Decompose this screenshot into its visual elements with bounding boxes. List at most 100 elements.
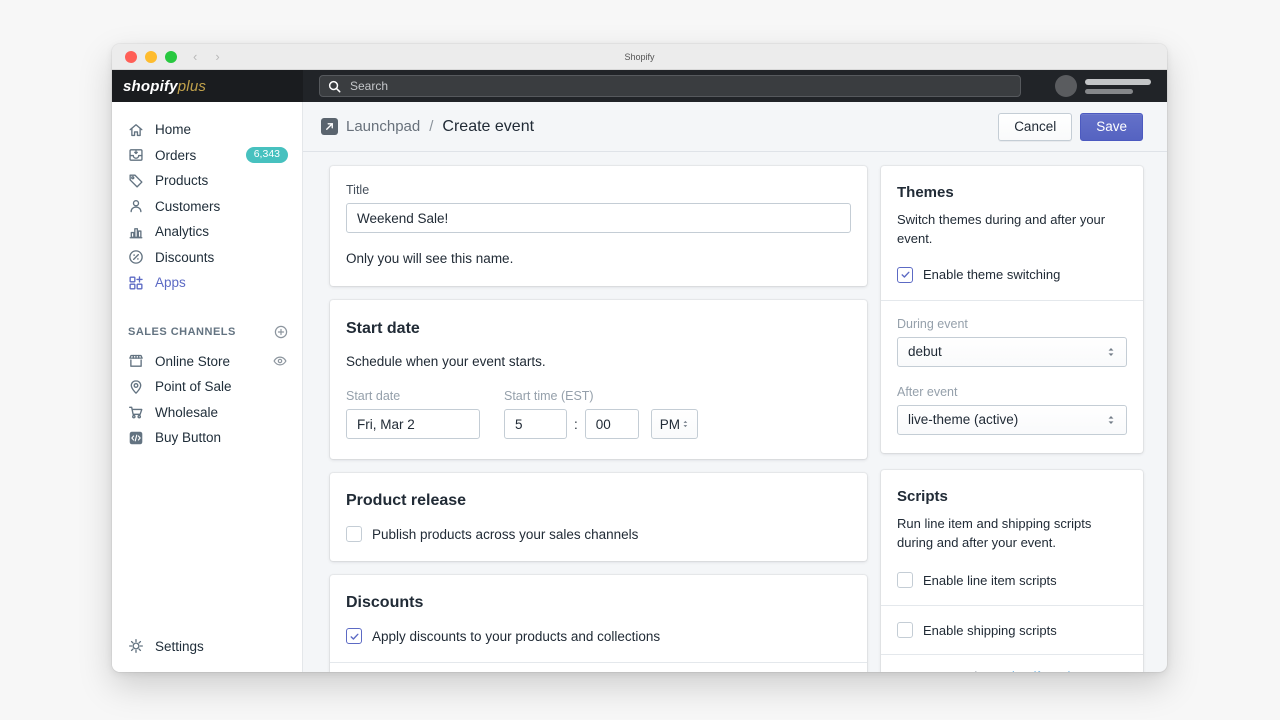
sidebar-item-label: Discounts <box>155 250 214 265</box>
plus-circle-icon <box>273 324 289 340</box>
search-section <box>303 75 1167 97</box>
sidebar-item-discounts[interactable]: Discounts <box>112 245 302 271</box>
checkbox-unchecked-icon[interactable] <box>346 526 362 542</box>
user-menu[interactable] <box>1055 75 1167 97</box>
themes-heading: Themes <box>897 184 1127 201</box>
breadcrumb-launchpad-link[interactable]: Launchpad <box>346 118 420 135</box>
search-input[interactable] <box>348 78 1012 94</box>
apply-discounts-checkbox-row[interactable]: Apply discounts to your products and col… <box>346 628 851 644</box>
sidebar-item-settings[interactable]: Settings <box>112 633 302 659</box>
breadcrumb-separator: / <box>429 118 433 135</box>
search-bar[interactable] <box>319 75 1021 97</box>
shopify-scripts-link[interactable]: Shopify scripts <box>1003 669 1088 672</box>
meridiem-select[interactable]: PM <box>651 409 698 439</box>
sidebar-item-customers[interactable]: Customers <box>112 194 302 220</box>
product-release-heading: Product release <box>346 492 851 510</box>
cancel-button[interactable]: Cancel <box>998 113 1072 141</box>
sidebar-item-label: Point of Sale <box>155 379 232 394</box>
scripts-card: Scripts Run line item and shipping scrip… <box>881 470 1143 672</box>
sidebar-item-label: Settings <box>155 639 204 654</box>
checkbox-unchecked-icon[interactable] <box>897 572 913 588</box>
avatar <box>1055 75 1077 97</box>
start-date-heading: Start date <box>346 320 851 338</box>
orders-count-badge: 6,343 <box>246 147 288 163</box>
logo-section: shopifyplus <box>112 70 303 102</box>
checkbox-label: Enable shipping scripts <box>923 623 1057 638</box>
enable-line-item-scripts-checkbox-row[interactable]: Enable line item scripts <box>897 572 1127 588</box>
start-time-label: Start time (EST) <box>504 389 698 403</box>
orders-icon <box>127 146 145 164</box>
sidebar-item-online-store[interactable]: Online Store <box>112 349 302 375</box>
page-header: Launchpad / Create event Cancel Save <box>303 102 1167 152</box>
analytics-icon <box>127 223 145 241</box>
event-title-input[interactable] <box>346 203 851 233</box>
sidebar-item-analytics[interactable]: Analytics <box>112 219 302 245</box>
shopify-plus-logo[interactable]: shopifyplus <box>123 78 206 95</box>
sidebar-item-label: Online Store <box>155 354 230 369</box>
themes-description: Switch themes during and after your even… <box>897 211 1127 249</box>
user-name-placeholder <box>1085 79 1151 94</box>
sidebar-item-apps[interactable]: Apps <box>112 270 302 296</box>
point-of-sale-icon <box>127 378 145 396</box>
checkbox-label: Publish products across your sales chann… <box>372 527 638 542</box>
sidebar-item-wholesale[interactable]: Wholesale <box>112 400 302 426</box>
sidebar-item-products[interactable]: Products <box>112 168 302 194</box>
start-date-label: Start date <box>346 389 480 403</box>
start-minute-input[interactable] <box>585 409 639 439</box>
sidebar-item-label: Home <box>155 122 191 137</box>
wholesale-icon <box>127 403 145 421</box>
view-online-store-button[interactable] <box>272 353 288 369</box>
sidebar-item-label: Customers <box>155 199 220 214</box>
sidebar-item-orders[interactable]: Orders 6,343 <box>112 143 302 169</box>
checkbox-checked-icon[interactable] <box>897 267 913 283</box>
product-release-card: Product release Publish products across … <box>330 473 867 561</box>
sidebar-item-label: Wholesale <box>155 405 218 420</box>
search-icon <box>328 80 341 93</box>
launchpad-app-icon <box>321 118 338 135</box>
publish-products-checkbox-row[interactable]: Publish products across your sales chann… <box>346 526 851 542</box>
discounts-icon <box>127 248 145 266</box>
sidebar-item-buy-button[interactable]: Buy Button <box>112 425 302 451</box>
checkbox-label: Apply discounts to your products and col… <box>372 629 660 644</box>
checkbox-unchecked-icon[interactable] <box>897 622 913 638</box>
sales-channels-header: SALES CHANNELS <box>112 321 302 343</box>
save-button[interactable]: Save <box>1080 113 1143 141</box>
sidebar-item-label: Buy Button <box>155 430 221 445</box>
stepper-icon <box>680 417 691 431</box>
apps-icon <box>127 274 145 292</box>
sidebar-item-label: Apps <box>155 275 186 290</box>
title-label: Title <box>346 183 851 197</box>
stepper-icon <box>1104 413 1118 427</box>
sidebar-item-label: Orders <box>155 148 196 163</box>
title-card: Title Only you will see this name. <box>330 166 867 286</box>
after-event-label: After event <box>897 385 1127 399</box>
customers-icon <box>127 197 145 215</box>
sidebar-item-label: Analytics <box>155 224 209 239</box>
sidebar: Home Orders 6,343 Products Customers <box>112 102 303 672</box>
discounts-heading: Discounts <box>346 594 851 612</box>
after-event-select[interactable]: live-theme (active) <box>897 405 1127 435</box>
add-sales-channel-button[interactable] <box>273 324 289 340</box>
admin-topbar: shopifyplus <box>112 70 1167 102</box>
sidebar-item-home[interactable]: Home <box>112 117 302 143</box>
during-event-select[interactable]: debut <box>897 337 1127 367</box>
enable-shipping-scripts-checkbox-row[interactable]: Enable shipping scripts <box>897 622 1127 638</box>
title-helper-text: Only you will see this name. <box>346 249 851 269</box>
themes-card: Themes Switch themes during and after yo… <box>881 166 1143 453</box>
enable-theme-switching-checkbox-row[interactable]: Enable theme switching <box>897 267 1127 283</box>
checkbox-label: Enable line item scripts <box>923 573 1057 588</box>
start-hour-input[interactable] <box>504 409 567 439</box>
home-icon <box>127 121 145 139</box>
window-title: Shopify <box>112 52 1167 62</box>
online-store-icon <box>127 352 145 370</box>
scripts-footer-text: Learn more about Shopify scripts. <box>897 669 1092 672</box>
during-event-label: During event <box>897 317 1127 331</box>
sidebar-item-point-of-sale[interactable]: Point of Sale <box>112 374 302 400</box>
window-titlebar: ‹ › Shopify <box>112 44 1167 70</box>
checkbox-checked-icon[interactable] <box>346 628 362 644</box>
start-date-input[interactable] <box>346 409 480 439</box>
scripts-description: Run line item and shipping scripts durin… <box>897 515 1127 553</box>
time-colon: : <box>574 417 578 432</box>
page-title: Create event <box>442 118 534 136</box>
scripts-heading: Scripts <box>897 488 1127 505</box>
